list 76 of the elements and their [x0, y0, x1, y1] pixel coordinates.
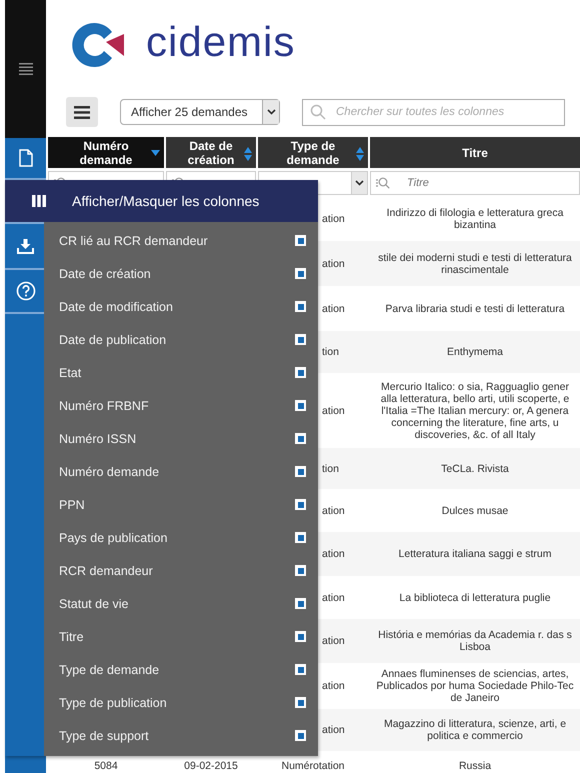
table-cell: ation — [322, 724, 345, 736]
menu-icon — [74, 106, 90, 118]
table-cell: tion — [322, 462, 339, 474]
table-cell: ation — [322, 592, 345, 604]
menu-item[interactable]: Numéro FRBNF — [59, 398, 149, 412]
table-cell: ation — [322, 548, 345, 560]
menu-item[interactable]: Numéro ISSN — [59, 432, 136, 446]
table-cell: 5084 — [94, 760, 118, 772]
menu-item[interactable]: Statut de vie — [59, 596, 128, 610]
logo-text: cidemis — [146, 18, 296, 67]
page-size-select[interactable]: Afficher 25 demandes — [120, 99, 280, 125]
columns-icon[interactable] — [32, 195, 46, 207]
menu-item[interactable]: Type de publication — [59, 696, 167, 710]
checkbox[interactable] — [295, 697, 306, 708]
table-cell: ation — [322, 635, 345, 647]
table-cell: Numérotation — [281, 760, 345, 772]
table-cell-text: Mercurio Italico: o sia, Ragguaglio gener alla letteratura, bello arti, utili scoperte, e l'Italia =The Italian mercury: or, A genera concerning the literature, fine arts, u discoveries, &c. of all Italy — [380, 380, 570, 442]
table-cell-text: La biblioteca di letteratura puglie — [398, 590, 552, 606]
checkbox[interactable] — [295, 598, 306, 609]
column-header[interactable]: Type de demande — [258, 137, 368, 168]
menu-item[interactable]: Titre — [59, 630, 84, 644]
table-cell-text: Letteratura italiana saggi e strum — [398, 547, 552, 562]
table-cell-text: Magazzino di litteratura, scienze, arti, e politica e commercio — [382, 717, 568, 744]
search-field[interactable]: Chercher sur toutes les colonnes — [302, 98, 565, 126]
checkbox[interactable] — [295, 532, 306, 543]
menu-item[interactable]: CR lié au RCR demandeur — [59, 234, 208, 248]
table-cell-text: stile dei moderni studi e testi di letteratura rinascimentale — [377, 250, 573, 278]
menu-item[interactable]: Numéro demande — [59, 464, 160, 478]
table-cell: ation — [322, 680, 345, 692]
filter-field[interactable]: Titre — [370, 170, 580, 194]
table-cell-text: Indirizzo di filologia e letteratura greca bizantina — [386, 206, 564, 233]
menu-item[interactable]: Pays de publication — [59, 530, 168, 544]
table-cell: ation — [322, 213, 345, 225]
menu-button[interactable] — [66, 97, 98, 127]
menu-item[interactable]: RCR demandeur — [59, 564, 153, 578]
menu-item[interactable]: Date de création — [59, 266, 151, 280]
checkbox[interactable] — [295, 334, 306, 345]
menu-item[interactable]: Type de support — [59, 728, 149, 742]
table-cell: ation — [322, 302, 345, 314]
menu-item[interactable]: Type de demande — [59, 662, 160, 676]
table-cell-text: Annaes fluminenses de sciencias, artes, Publicados por huma Sociedade Philo-Tec de Janeiro — [375, 667, 575, 706]
caret-icon — [266, 109, 276, 115]
checkbox[interactable] — [295, 631, 306, 642]
checkbox[interactable] — [295, 433, 306, 444]
menu-item[interactable]: Date de modification — [59, 300, 173, 314]
caret-icon — [355, 180, 364, 186]
menu-title: Afficher/Masquer les colonnes — [71, 193, 260, 209]
checkbox[interactable] — [295, 235, 306, 246]
checkbox[interactable] — [295, 367, 306, 378]
checkbox[interactable] — [295, 268, 306, 279]
table-cell: ation — [322, 258, 345, 270]
table-cell-text: Enthymema — [446, 345, 504, 360]
table-cell: tion — [322, 346, 339, 358]
column-header[interactable]: Numéro demande — [48, 137, 164, 168]
column-header[interactable]: Date de création — [166, 137, 256, 168]
checkbox[interactable] — [295, 301, 306, 312]
table-cell: ation — [322, 404, 345, 416]
menu-item[interactable]: Etat — [59, 366, 82, 380]
table-cell-text: Parva libraria studi e testi di letteratura — [384, 302, 566, 316]
document-icon[interactable] — [18, 149, 32, 167]
table-cell-text: Dulces musae — [440, 504, 510, 518]
checkbox[interactable] — [295, 664, 306, 675]
menu-item[interactable]: PPN — [59, 498, 85, 512]
checkbox[interactable] — [295, 730, 306, 741]
checkbox[interactable] — [295, 466, 306, 477]
table-cell-text: TeCLa. Rivista — [440, 462, 510, 476]
table-cell: ation — [322, 504, 345, 516]
checkbox[interactable] — [295, 565, 306, 576]
table-cell: 09-02-2015 — [184, 760, 238, 772]
checkbox[interactable] — [295, 499, 306, 510]
column-header[interactable]: Titre — [370, 137, 580, 168]
checkbox[interactable] — [295, 400, 306, 411]
table-cell-text: Russia — [458, 759, 492, 773]
table-cell-text: História e memórias da Academia r. das s Lisboa — [377, 628, 573, 655]
menu-icon[interactable] — [18, 63, 32, 75]
menu-item[interactable]: Date de publication — [59, 332, 166, 346]
